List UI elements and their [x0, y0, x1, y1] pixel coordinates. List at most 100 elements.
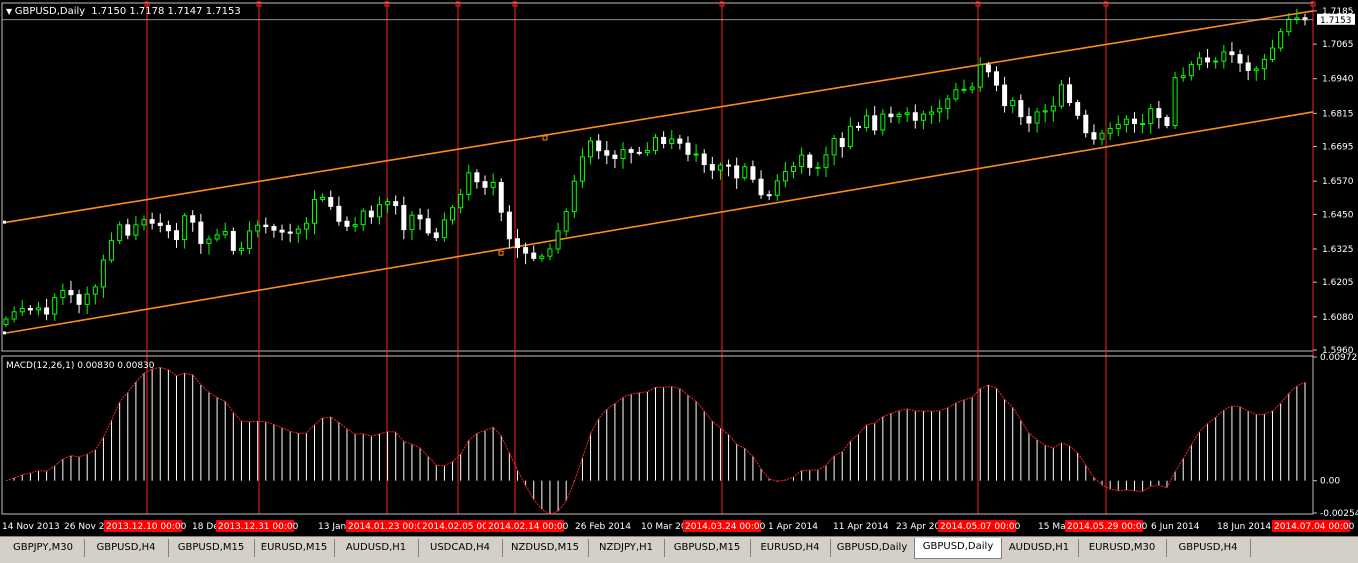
candle-body [393, 201, 399, 207]
candle-body [376, 204, 382, 218]
candle-body [214, 234, 220, 240]
candle-body [1123, 118, 1129, 125]
candle-body [766, 194, 772, 197]
candle-body [750, 166, 756, 180]
candle-body [328, 196, 334, 207]
channel-upper-line [3, 10, 1314, 224]
candle-body [1115, 123, 1121, 130]
candle-body [734, 165, 740, 179]
candle-body [847, 125, 853, 148]
candle-body [693, 153, 699, 156]
time-tick-label: 18 Jun 2014 [1217, 522, 1271, 532]
price-tick-label: 1.6815 [1322, 109, 1354, 119]
candle-body [912, 112, 918, 121]
chart-tabs: GBPJPY,M30 GBPUSD,H4 GBPUSD,M15 EURUSD,M15 A… [0, 536, 1358, 563]
candle-body [872, 115, 878, 131]
ohlc-readout: 1.7150 1.7178 1.7147 1.7153 [91, 6, 241, 17]
candle-body [1148, 108, 1154, 125]
price-tick-label: 1.6450 [1322, 210, 1354, 220]
candle-body [198, 221, 204, 244]
candle-body [1034, 111, 1040, 124]
tab-gbpusd-daily[interactable]: GBPUSD,Daily [830, 539, 915, 557]
macd-panel: 0.00972 0.00 -0.00254 MACD(12,26,1) 0.0083… [1, 353, 1358, 519]
candle-body [709, 164, 715, 171]
candle-body [466, 172, 472, 195]
candle-body [571, 180, 577, 213]
candle-body [1278, 31, 1284, 49]
channel-anchor-upper [3, 220, 6, 224]
macd-tick-label: 0.00972 [1320, 353, 1357, 363]
candle-body [969, 86, 975, 90]
candle-body [425, 218, 431, 234]
candle-body [133, 224, 139, 236]
candle-body [864, 115, 870, 128]
channel-handle-lower [498, 250, 504, 256]
candle-body [1286, 18, 1292, 33]
tab-nzdusd-m15[interactable]: NZDUSD,M15 [502, 539, 589, 557]
candle-body [791, 165, 797, 172]
tab-gbpusd-daily[interactable]: GBPUSD,Daily [914, 538, 1002, 559]
candle-body [685, 142, 691, 155]
tab-eurusd-m15[interactable]: EURUSD,M15 [254, 539, 335, 557]
candle-body [474, 172, 480, 183]
candle-body [1091, 132, 1097, 140]
marked-date-label: 2013.12.10 00:00 [106, 522, 187, 532]
candle-body [238, 247, 244, 251]
candle-body [1221, 51, 1227, 62]
tab-gbpjpy-m30[interactable]: GBPJPY,M30 [2, 539, 85, 557]
candle-body [303, 222, 309, 230]
candle-body [3, 318, 9, 326]
chart-area[interactable]: 1.71851.70651.69401.68151.66951.65701.64… [0, 0, 1358, 536]
candle-body [628, 149, 634, 153]
tab-gbpusd-h4[interactable]: GBPUSD,H4 [84, 539, 169, 557]
price-tick-label: 1.6940 [1322, 75, 1354, 85]
tab-usdcad-h4[interactable]: USDCAD,H4 [418, 539, 503, 557]
candle-body [514, 238, 520, 249]
symbol-label: GBPUSD,Daily [15, 6, 86, 17]
candle-body [271, 226, 277, 231]
candle-body [255, 224, 261, 232]
candle-body [831, 138, 837, 156]
tab-audusd-h1[interactable]: AUDUSD,H1 [1000, 539, 1079, 557]
tab-gbpusd-m15[interactable]: GBPUSD,M15 [168, 539, 255, 557]
candle-body [1156, 108, 1162, 118]
candle-body [669, 138, 675, 145]
candle-body [506, 211, 512, 240]
candle-body [344, 220, 350, 227]
macd-tick-label: 0.00 [1320, 477, 1340, 487]
tab-gbpusd-m15[interactable]: GBPUSD,M15 [664, 539, 751, 557]
price-label: 1.7153 [1320, 16, 1352, 26]
marked-date-label: 2014.05.07 00:00 [940, 522, 1021, 532]
candle-body [1067, 84, 1073, 104]
candle-body [352, 224, 358, 227]
candle-body [117, 224, 123, 242]
macd-tick-label: -0.00254 [1320, 509, 1358, 519]
dropdown-icon: ▼ [6, 7, 15, 16]
candle-body [985, 64, 991, 73]
marked-date-label: 2014.01.23 00:00 [348, 522, 429, 532]
candle-body [84, 293, 90, 305]
candle-body [11, 311, 17, 320]
tab-eurusd-m30[interactable]: EURUSD,M30 [1078, 539, 1167, 557]
candle-body [1229, 51, 1235, 56]
candle-body [677, 138, 683, 144]
time-tick-label: 26 Feb 2014 [575, 522, 631, 532]
candle-body [774, 180, 780, 196]
candle-body [165, 224, 171, 232]
candle-body [68, 289, 74, 296]
time-tick-label: 11 Apr 2014 [833, 522, 889, 532]
candle-body [1213, 60, 1219, 63]
tab-eurusd-h4[interactable]: EURUSD,H4 [750, 539, 831, 557]
time-axis: 14 Nov 201326 Nov 201318 Dec 201313 Jan … [2, 520, 1355, 532]
tab-nzdjpy-h1[interactable]: NZDJPY,H1 [588, 539, 665, 557]
candle-body [896, 113, 902, 118]
candle-body [823, 154, 829, 168]
tab-audusd-h1[interactable]: AUDUSD,H1 [334, 539, 419, 557]
candle-body [60, 289, 66, 298]
candle-body [247, 230, 253, 249]
tab-gbpusd-h4[interactable]: GBPUSD,H4 [1166, 539, 1251, 557]
candle-body [1042, 110, 1048, 113]
candle-body [636, 151, 642, 154]
candle-body [937, 107, 943, 113]
candle-body [149, 219, 155, 224]
